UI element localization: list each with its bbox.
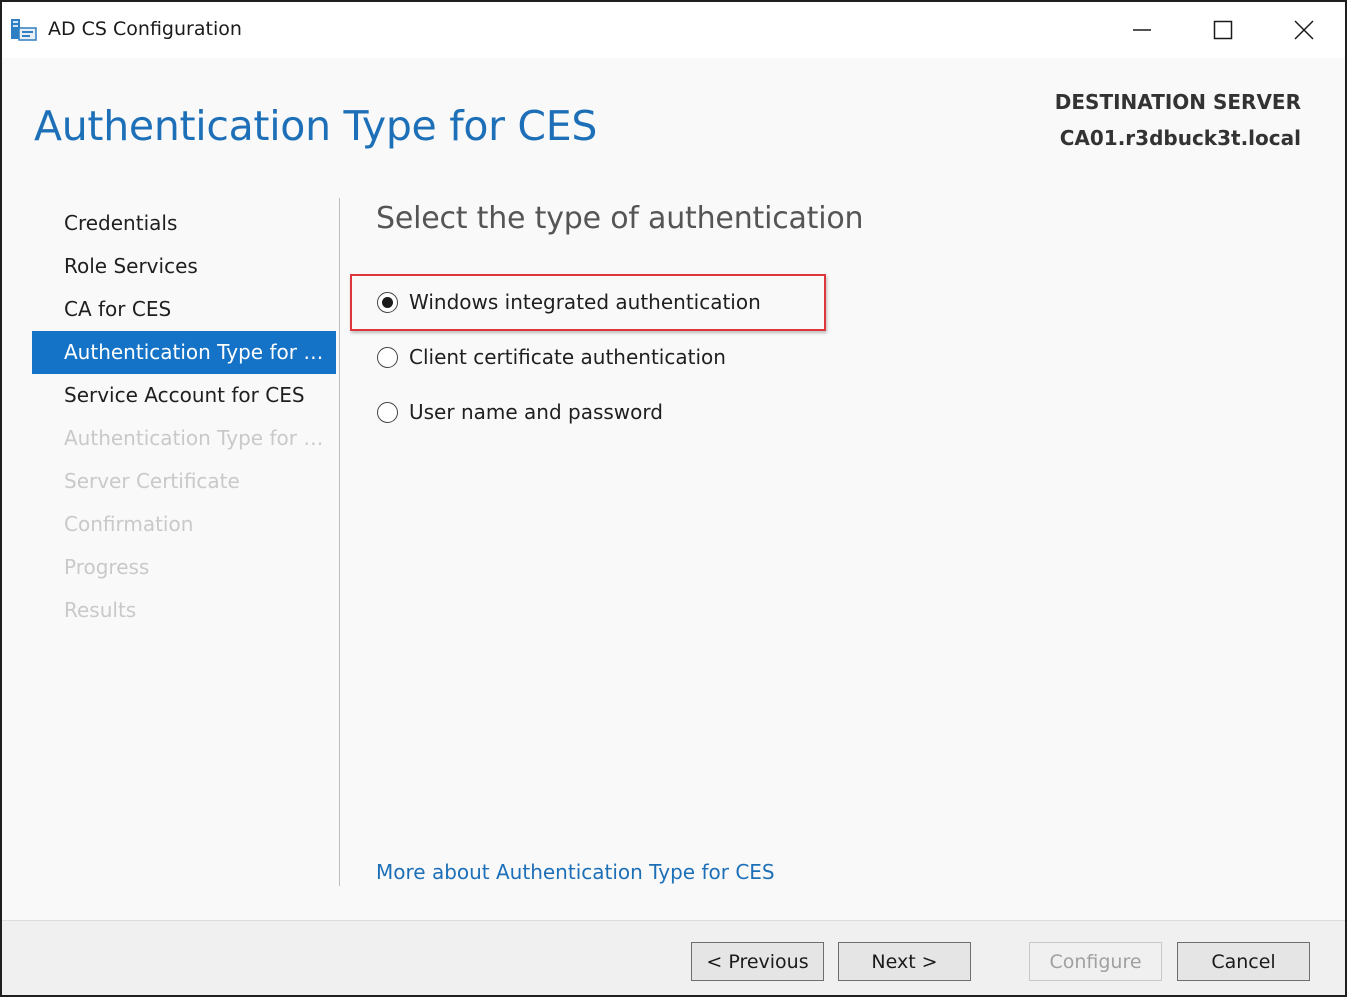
maximize-icon	[1213, 20, 1233, 40]
maximize-button[interactable]	[1183, 2, 1263, 58]
option-windows-integrated-authentication[interactable]: Windows integrated authentication	[377, 289, 761, 315]
section-heading: Select the type of authentication	[376, 201, 864, 236]
radio-button[interactable]	[377, 346, 398, 368]
nav-item-credentials[interactable]: Credentials	[32, 202, 336, 245]
nav-item-server-certificate: Server Certificate	[64, 469, 240, 493]
nav-item-ca-for-ces[interactable]: CA for CES	[32, 288, 336, 331]
configure-button: Configure	[1029, 942, 1162, 981]
close-button[interactable]	[1264, 2, 1344, 58]
cancel-button[interactable]: Cancel	[1177, 942, 1310, 981]
close-icon	[1294, 20, 1314, 40]
option-user-name-and-password[interactable]: User name and password	[377, 399, 663, 425]
ad-cs-configuration-window: AD CS Configuration Authentication Type …	[0, 0, 1347, 997]
nav-item-confirmation: Confirmation	[64, 512, 194, 536]
radio-dot-icon	[382, 296, 393, 308]
destination-server-label: DESTINATION SERVER	[1054, 90, 1301, 114]
radio-button[interactable]	[377, 401, 398, 423]
wizard-footer: < Previous Next > Configure Cancel	[2, 920, 1345, 995]
nav-item-role-services[interactable]: Role Services	[32, 245, 336, 288]
option-label[interactable]: User name and password	[409, 400, 663, 424]
nav-item-results: Results	[64, 598, 137, 622]
window-title: AD CS Configuration	[48, 18, 242, 40]
title-bar: AD CS Configuration	[2, 2, 1345, 58]
nav-item-progress: Progress	[64, 555, 150, 579]
wizard-navigation: Credentials Role Services CA for CES Aut…	[32, 202, 336, 632]
next-button[interactable]: Next >	[838, 942, 971, 981]
option-label[interactable]: Windows integrated authentication	[409, 290, 761, 314]
destination-server-name: CA01.r3dbuck3t.local	[1059, 126, 1301, 150]
previous-button[interactable]: < Previous	[691, 942, 824, 981]
more-about-link[interactable]: More about Authentication Type for CES	[376, 860, 775, 884]
option-client-certificate-authentication[interactable]: Client certificate authentication	[377, 344, 726, 370]
nav-item-service-account-for-ces[interactable]: Service Account for CES	[32, 374, 336, 417]
radio-button-selected[interactable]	[377, 291, 398, 313]
minimize-button[interactable]	[1102, 2, 1182, 58]
option-label[interactable]: Client certificate authentication	[409, 345, 726, 369]
nav-item-authentication-type-for-cep: Authentication Type for C...	[64, 426, 336, 450]
page-title: Authentication Type for CES	[34, 102, 598, 150]
server-manager-icon	[10, 17, 38, 43]
minimize-icon	[1133, 29, 1151, 31]
nav-item-authentication-type-for-ces[interactable]: Authentication Type for C...	[32, 331, 336, 374]
navigation-divider	[339, 198, 340, 886]
